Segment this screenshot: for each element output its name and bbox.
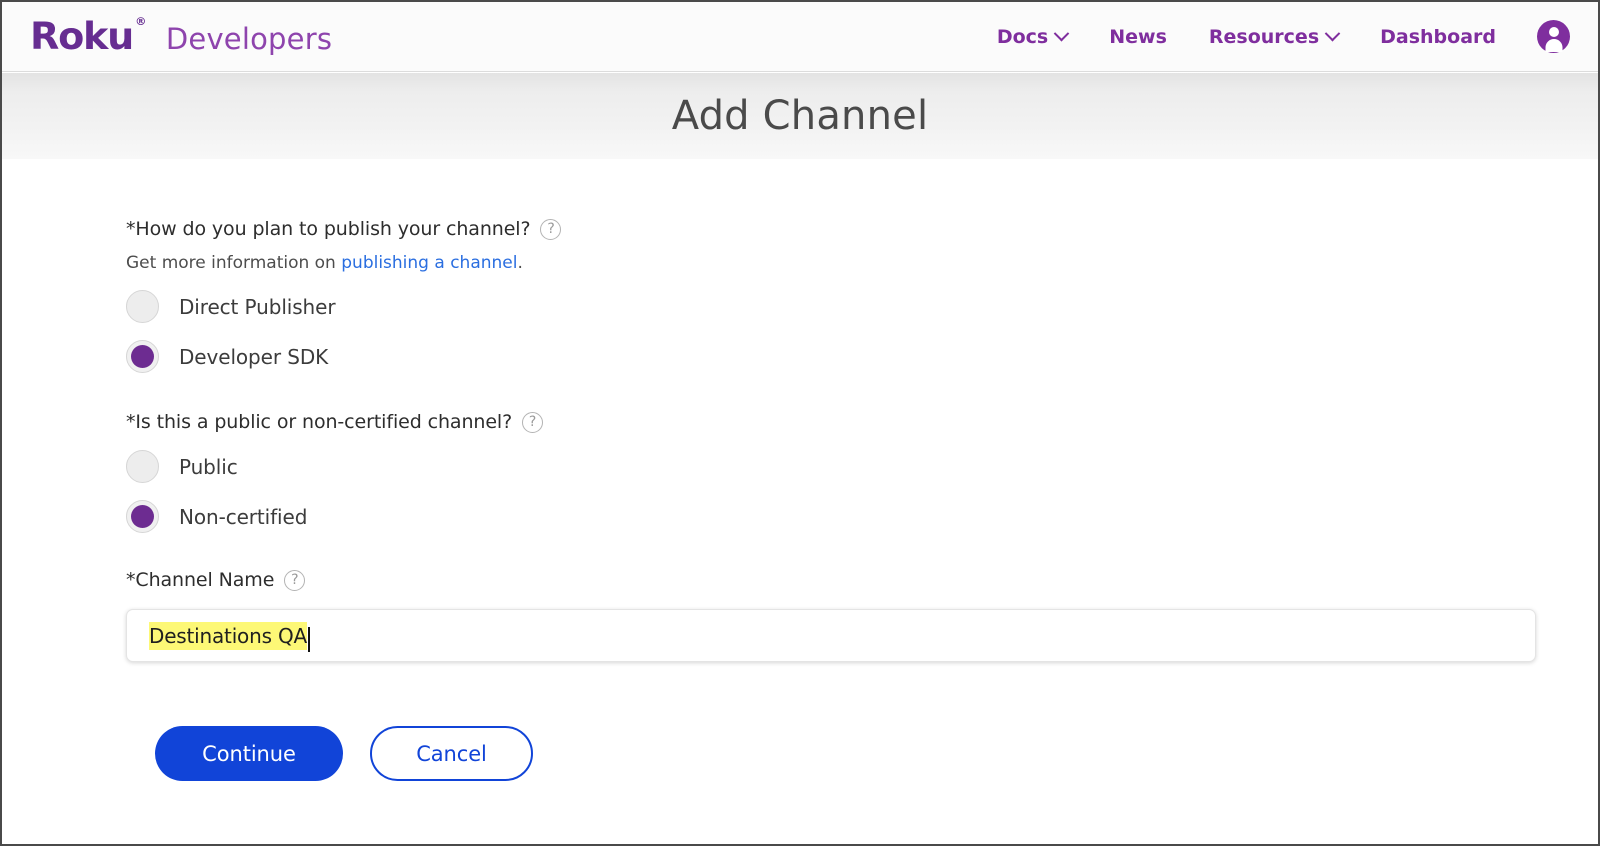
nav-item-dashboard[interactable]: Dashboard bbox=[1359, 18, 1517, 56]
radio-label-public: Public bbox=[179, 454, 238, 479]
nav-links: Docs News Resources Dashboard bbox=[976, 18, 1574, 56]
roku-wordmark: Roku ® bbox=[30, 14, 146, 58]
help-icon[interactable]: ? bbox=[540, 218, 562, 240]
user-account-icon[interactable] bbox=[1537, 20, 1570, 53]
radio-icon-unchecked[interactable] bbox=[126, 450, 159, 483]
publish-question-text: *How do you plan to publish your channel… bbox=[126, 218, 531, 240]
nav-item-docs[interactable]: Docs bbox=[976, 18, 1088, 56]
nav-item-news[interactable]: News bbox=[1088, 18, 1188, 56]
registered-trademark-icon: ® bbox=[135, 15, 146, 29]
radio-option-developer-sdk[interactable]: Developer SDK bbox=[126, 340, 328, 373]
radio-label-non-certified: Non-certified bbox=[179, 504, 308, 529]
radio-icon-checked[interactable] bbox=[126, 340, 159, 373]
cancel-button[interactable]: Cancel bbox=[370, 726, 533, 781]
continue-button[interactable]: Continue bbox=[155, 726, 343, 781]
radio-option-direct-publisher[interactable]: Direct Publisher bbox=[126, 290, 336, 323]
top-navigation-bar: Roku ® Developers Docs News Resources Das… bbox=[2, 2, 1598, 72]
form-actions: Continue Cancel bbox=[126, 726, 1598, 781]
help-icon[interactable]: ? bbox=[284, 569, 306, 591]
radio-label-developer-sdk: Developer SDK bbox=[179, 344, 329, 369]
certification-question-label: *Is this a public or non-certified chann… bbox=[126, 411, 1598, 433]
developers-wordmark: Developers bbox=[165, 21, 333, 56]
nav-item-resources-label: Resources bbox=[1208, 25, 1320, 48]
subtext-prefix: Get more information on bbox=[126, 253, 342, 273]
subtext-suffix: . bbox=[517, 253, 523, 273]
chevron-down-icon bbox=[1053, 25, 1070, 42]
radio-option-public[interactable]: Public bbox=[126, 450, 238, 483]
radio-icon-unchecked[interactable] bbox=[126, 290, 159, 323]
radio-option-non-certified[interactable]: Non-certified bbox=[126, 500, 307, 533]
page-title-banner: Add Channel bbox=[2, 73, 1598, 159]
channel-name-input[interactable]: Destinations QA bbox=[126, 609, 1536, 662]
brand-logo[interactable]: Roku ® Developers bbox=[30, 14, 333, 58]
nav-item-news-label: News bbox=[1109, 25, 1167, 48]
help-icon[interactable]: ? bbox=[522, 411, 544, 433]
publish-question-label: *How do you plan to publish your channel… bbox=[126, 159, 1598, 240]
nav-item-resources[interactable]: Resources bbox=[1188, 18, 1359, 56]
browser-page: Roku ® Developers Docs News Resources Das… bbox=[0, 0, 1600, 846]
channel-name-label-text: *Channel Name bbox=[126, 569, 275, 591]
radio-icon-checked[interactable] bbox=[126, 500, 159, 533]
publishing-a-channel-link[interactable]: publishing a channel bbox=[341, 253, 517, 273]
channel-name-label: *Channel Name ? bbox=[126, 569, 1598, 591]
nav-item-docs-label: Docs bbox=[996, 25, 1049, 48]
publish-question-subtext: Get more information on publishing a cha… bbox=[126, 253, 1598, 273]
page-title: Add Channel bbox=[671, 93, 929, 139]
nav-item-dashboard-label: Dashboard bbox=[1380, 25, 1496, 48]
text-cursor-icon bbox=[307, 627, 310, 652]
add-channel-form: *How do you plan to publish your channel… bbox=[2, 159, 1598, 781]
chevron-down-icon bbox=[1324, 25, 1341, 42]
radio-label-direct-publisher: Direct Publisher bbox=[179, 294, 336, 319]
certification-question-text: *Is this a public or non-certified chann… bbox=[126, 411, 513, 433]
channel-name-value: Destinations QA bbox=[149, 621, 307, 650]
